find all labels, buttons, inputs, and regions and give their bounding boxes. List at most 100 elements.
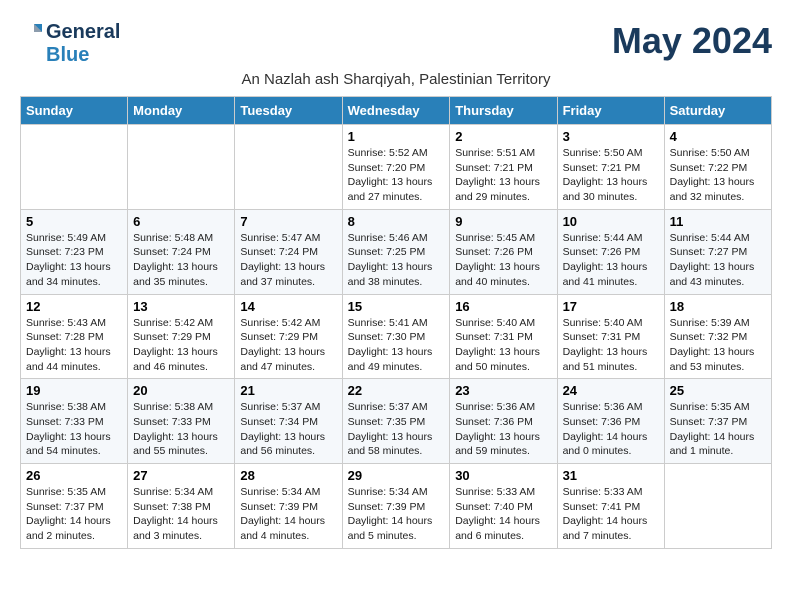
logo-text-blue: Blue: [46, 44, 89, 67]
logo: General Blue: [20, 20, 120, 67]
calendar-cell: 23 Sunrise: 5:36 AM Sunset: 7:36 PM Dayli…: [450, 379, 557, 464]
day-info: Sunrise: 5:33 AM Sunset: 7:41 PM Dayligh…: [563, 485, 659, 544]
calendar-cell: 15 Sunrise: 5:41 AM Sunset: 7:30 PM Dayli…: [342, 294, 450, 379]
weekday-header-tuesday: Tuesday: [235, 97, 342, 125]
day-info: Sunrise: 5:50 AM Sunset: 7:22 PM Dayligh…: [670, 146, 766, 205]
calendar-cell: [21, 125, 128, 210]
calendar-cell: [235, 125, 342, 210]
weekday-header-sunday: Sunday: [21, 97, 128, 125]
calendar-cell: 9 Sunrise: 5:45 AM Sunset: 7:26 PM Daylig…: [450, 209, 557, 294]
calendar-cell: [664, 464, 771, 549]
calendar-cell: 29Sunrise: 5:34 AM Sunset: 7:39 PM Dayli…: [342, 464, 450, 549]
day-number: 6: [133, 214, 229, 229]
day-info: Sunrise: 5:33 AM Sunset: 7:40 PM Dayligh…: [455, 485, 551, 544]
calendar-cell: 8Sunrise: 5:46 AM Sunset: 7:25 PM Daylig…: [342, 209, 450, 294]
calendar-cell: 28Sunrise: 5:34 AM Sunset: 7:39 PM Dayli…: [235, 464, 342, 549]
day-info: Sunrise: 5:40 AM Sunset: 7:31 PM Dayligh…: [455, 316, 551, 375]
day-info: Sunrise: 5:37 AM Sunset: 7:34 PM Dayligh…: [240, 400, 336, 459]
calendar-cell: 1 Sunrise: 5:52 AM Sunset: 7:20 PM Daylig…: [342, 125, 450, 210]
day-number: 5: [26, 214, 122, 229]
day-number: 25: [670, 383, 766, 398]
day-info: Sunrise: 5:51 AM Sunset: 7:21 PM Dayligh…: [455, 146, 551, 205]
calendar-cell: 6 Sunrise: 5:48 AM Sunset: 7:24 PM Daylig…: [128, 209, 235, 294]
day-info: Sunrise: 5:44 AM Sunset: 7:26 PM Dayligh…: [563, 231, 659, 290]
calendar-cell: 4 Sunrise: 5:50 AM Sunset: 7:22 PM Daylig…: [664, 125, 771, 210]
calendar-cell: 25 Sunrise: 5:35 AM Sunset: 7:37 PM Dayli…: [664, 379, 771, 464]
day-number: 12: [26, 299, 122, 314]
day-info: Sunrise: 5:42 AM Sunset: 7:29 PM Dayligh…: [133, 316, 229, 375]
day-info: Sunrise: 5:39 AM Sunset: 7:32 PM Dayligh…: [670, 316, 766, 375]
day-info: Sunrise: 5:34 AM Sunset: 7:38 PM Dayligh…: [133, 485, 229, 544]
calendar-cell: 11 Sunrise: 5:44 AM Sunset: 7:27 PM Dayli…: [664, 209, 771, 294]
day-number: 19: [26, 383, 122, 398]
calendar-cell: 22 Sunrise: 5:37 AM Sunset: 7:35 PM Dayli…: [342, 379, 450, 464]
day-number: 16: [455, 299, 551, 314]
day-number: 17: [563, 299, 659, 314]
day-number: 22: [348, 383, 445, 398]
day-number: 7: [240, 214, 336, 229]
logo-text-general: General: [46, 21, 120, 44]
day-info: Sunrise: 5:42 AM Sunset: 7:29 PM Dayligh…: [240, 316, 336, 375]
day-info: Sunrise: 5:47 AM Sunset: 7:24 PM Dayligh…: [240, 231, 336, 290]
weekday-header-wednesday: Wednesday: [342, 97, 450, 125]
day-number: 14: [240, 299, 336, 314]
day-number: 1: [348, 129, 445, 144]
day-number: 21: [240, 383, 336, 398]
day-number: 3: [563, 129, 659, 144]
day-number: 15: [348, 299, 445, 314]
day-info: Sunrise: 5:44 AM Sunset: 7:27 PM Dayligh…: [670, 231, 766, 290]
calendar-table: SundayMondayTuesdayWednesdayThursdayFrid…: [20, 96, 772, 549]
calendar-cell: 16 Sunrise: 5:40 AM Sunset: 7:31 PM Dayli…: [450, 294, 557, 379]
calendar-cell: 18 Sunrise: 5:39 AM Sunset: 7:32 PM Dayli…: [664, 294, 771, 379]
weekday-header-saturday: Saturday: [664, 97, 771, 125]
calendar-cell: 19 Sunrise: 5:38 AM Sunset: 7:33 PM Dayli…: [21, 379, 128, 464]
day-number: 24: [563, 383, 659, 398]
day-number: 23: [455, 383, 551, 398]
subtitle: An Nazlah ash Sharqiyah, Palestinian Ter…: [20, 71, 772, 88]
day-number: 10: [563, 214, 659, 229]
day-number: 18: [670, 299, 766, 314]
calendar-cell: 5 Sunrise: 5:49 AM Sunset: 7:23 PM Daylig…: [21, 209, 128, 294]
day-number: 4: [670, 129, 766, 144]
calendar-cell: 2 Sunrise: 5:51 AM Sunset: 7:21 PM Daylig…: [450, 125, 557, 210]
day-number: 29: [348, 468, 445, 483]
calendar-cell: 12 Sunrise: 5:43 AM Sunset: 7:28 PM Dayli…: [21, 294, 128, 379]
weekday-header-friday: Friday: [557, 97, 664, 125]
day-info: Sunrise: 5:52 AM Sunset: 7:20 PM Dayligh…: [348, 146, 445, 205]
calendar-cell: 27Sunrise: 5:34 AM Sunset: 7:38 PM Dayli…: [128, 464, 235, 549]
weekday-header-thursday: Thursday: [450, 97, 557, 125]
day-number: 31: [563, 468, 659, 483]
day-number: 20: [133, 383, 229, 398]
day-info: Sunrise: 5:38 AM Sunset: 7:33 PM Dayligh…: [26, 400, 122, 459]
logo-icon: [20, 20, 44, 44]
day-number: 2: [455, 129, 551, 144]
day-number: 11: [670, 214, 766, 229]
calendar-cell: 21 Sunrise: 5:37 AM Sunset: 7:34 PM Dayli…: [235, 379, 342, 464]
day-info: Sunrise: 5:36 AM Sunset: 7:36 PM Dayligh…: [455, 400, 551, 459]
calendar-cell: 24Sunrise: 5:36 AM Sunset: 7:36 PM Dayli…: [557, 379, 664, 464]
day-number: 9: [455, 214, 551, 229]
calendar-cell: 14 Sunrise: 5:42 AM Sunset: 7:29 PM Dayli…: [235, 294, 342, 379]
day-info: Sunrise: 5:38 AM Sunset: 7:33 PM Dayligh…: [133, 400, 229, 459]
day-info: Sunrise: 5:41 AM Sunset: 7:30 PM Dayligh…: [348, 316, 445, 375]
day-info: Sunrise: 5:45 AM Sunset: 7:26 PM Dayligh…: [455, 231, 551, 290]
calendar-cell: 31 Sunrise: 5:33 AM Sunset: 7:41 PM Dayli…: [557, 464, 664, 549]
day-info: Sunrise: 5:37 AM Sunset: 7:35 PM Dayligh…: [348, 400, 445, 459]
weekday-header-monday: Monday: [128, 97, 235, 125]
day-info: Sunrise: 5:43 AM Sunset: 7:28 PM Dayligh…: [26, 316, 122, 375]
calendar-cell: 17Sunrise: 5:40 AM Sunset: 7:31 PM Dayli…: [557, 294, 664, 379]
day-info: Sunrise: 5:49 AM Sunset: 7:23 PM Dayligh…: [26, 231, 122, 290]
day-number: 26: [26, 468, 122, 483]
calendar-cell: 13Sunrise: 5:42 AM Sunset: 7:29 PM Dayli…: [128, 294, 235, 379]
day-info: Sunrise: 5:35 AM Sunset: 7:37 PM Dayligh…: [670, 400, 766, 459]
day-number: 8: [348, 214, 445, 229]
day-info: Sunrise: 5:48 AM Sunset: 7:24 PM Dayligh…: [133, 231, 229, 290]
calendar-cell: 26 Sunrise: 5:35 AM Sunset: 7:37 PM Dayli…: [21, 464, 128, 549]
day-info: Sunrise: 5:35 AM Sunset: 7:37 PM Dayligh…: [26, 485, 122, 544]
calendar-cell: 3 Sunrise: 5:50 AM Sunset: 7:21 PM Daylig…: [557, 125, 664, 210]
day-info: Sunrise: 5:34 AM Sunset: 7:39 PM Dayligh…: [240, 485, 336, 544]
calendar-cell: 10 Sunrise: 5:44 AM Sunset: 7:26 PM Dayli…: [557, 209, 664, 294]
header: General Blue May 2024: [20, 20, 772, 67]
calendar-cell: [128, 125, 235, 210]
day-info: Sunrise: 5:50 AM Sunset: 7:21 PM Dayligh…: [563, 146, 659, 205]
